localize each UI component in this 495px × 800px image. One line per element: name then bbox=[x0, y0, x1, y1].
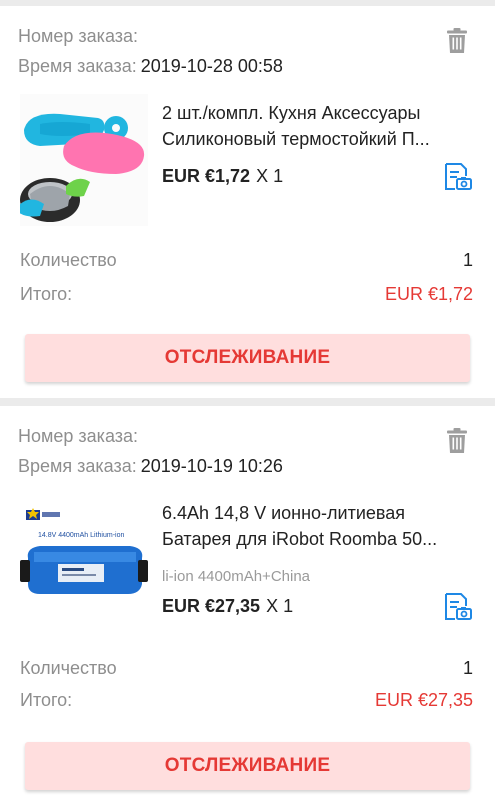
order-time-row: Время заказа: 2019-10-19 10:26 bbox=[18, 456, 283, 477]
order-card: Номер заказа: Время заказа: 2019-10-19 10… bbox=[0, 406, 495, 800]
product-image[interactable] bbox=[20, 94, 148, 226]
order-time-label: Время заказа: bbox=[18, 456, 137, 476]
total-label: Итого: bbox=[20, 284, 73, 304]
quantity-value: 1 bbox=[462, 658, 473, 678]
total-value: EUR €1,72 bbox=[384, 284, 473, 304]
trash-icon[interactable] bbox=[447, 28, 467, 54]
product-title[interactable]: 6.4Ah 14,8 V ионно-литиевая Батарея для … bbox=[162, 500, 472, 552]
order-time-label: Время заказа: bbox=[18, 56, 137, 76]
product-image[interactable]: 14.8V 4400mAh Lithium-ion bbox=[20, 502, 148, 634]
product-title-line: 6.4Ah 14,8 V ионно-литиевая bbox=[162, 503, 406, 523]
order-number-label: Номер заказа: bbox=[18, 26, 139, 46]
order-number-label: Номер заказа: bbox=[18, 426, 139, 446]
multiplier: X 1 bbox=[266, 596, 294, 616]
order-time-row: Время заказа: 2019-10-28 00:58 bbox=[18, 56, 283, 77]
order-time-value: 2019-10-19 10:26 bbox=[140, 456, 283, 476]
order-number-row: Номер заказа: bbox=[18, 26, 142, 47]
photo-review-icon[interactable] bbox=[443, 162, 473, 192]
order-time-value: 2019-10-28 00:58 bbox=[140, 56, 283, 76]
quantity-label: Количество bbox=[20, 658, 117, 678]
photo-review-icon[interactable] bbox=[443, 592, 473, 622]
product-title[interactable]: 2 шт./компл. Кухня Аксессуары Силиконовы… bbox=[162, 100, 472, 152]
quantity-label: Количество bbox=[20, 250, 117, 270]
order-card: Номер заказа: Время заказа: 2019-10-28 00… bbox=[0, 6, 495, 398]
order-number-row: Номер заказа: bbox=[18, 426, 142, 447]
track-button[interactable]: ОТСЛЕЖИВАНИЕ bbox=[25, 334, 470, 382]
quantity-value: 1 bbox=[462, 250, 473, 270]
unit-price: EUR €1,72 bbox=[162, 166, 251, 186]
product-title-line: Батарея для iRobot Roomba 50... bbox=[162, 529, 438, 549]
product-title-line: Силиконовый термостойкий П... bbox=[162, 129, 430, 149]
total-label: Итого: bbox=[20, 690, 73, 710]
price-row: EUR €27,35 X 1 bbox=[162, 596, 293, 617]
product-title-line: 2 шт./компл. Кухня Аксессуары bbox=[162, 103, 421, 123]
trash-icon[interactable] bbox=[447, 428, 467, 454]
total-value: EUR €27,35 bbox=[374, 690, 473, 710]
unit-price: EUR €27,35 bbox=[162, 596, 261, 616]
track-button[interactable]: ОТСЛЕЖИВАНИЕ bbox=[25, 742, 470, 790]
battery-label-text: 14.8V 4400mAh Lithium-ion bbox=[38, 532, 125, 539]
product-variant: li-ion 4400mAh+China bbox=[162, 568, 311, 585]
multiplier: X 1 bbox=[256, 166, 284, 186]
price-row: EUR €1,72 X 1 bbox=[162, 166, 283, 187]
